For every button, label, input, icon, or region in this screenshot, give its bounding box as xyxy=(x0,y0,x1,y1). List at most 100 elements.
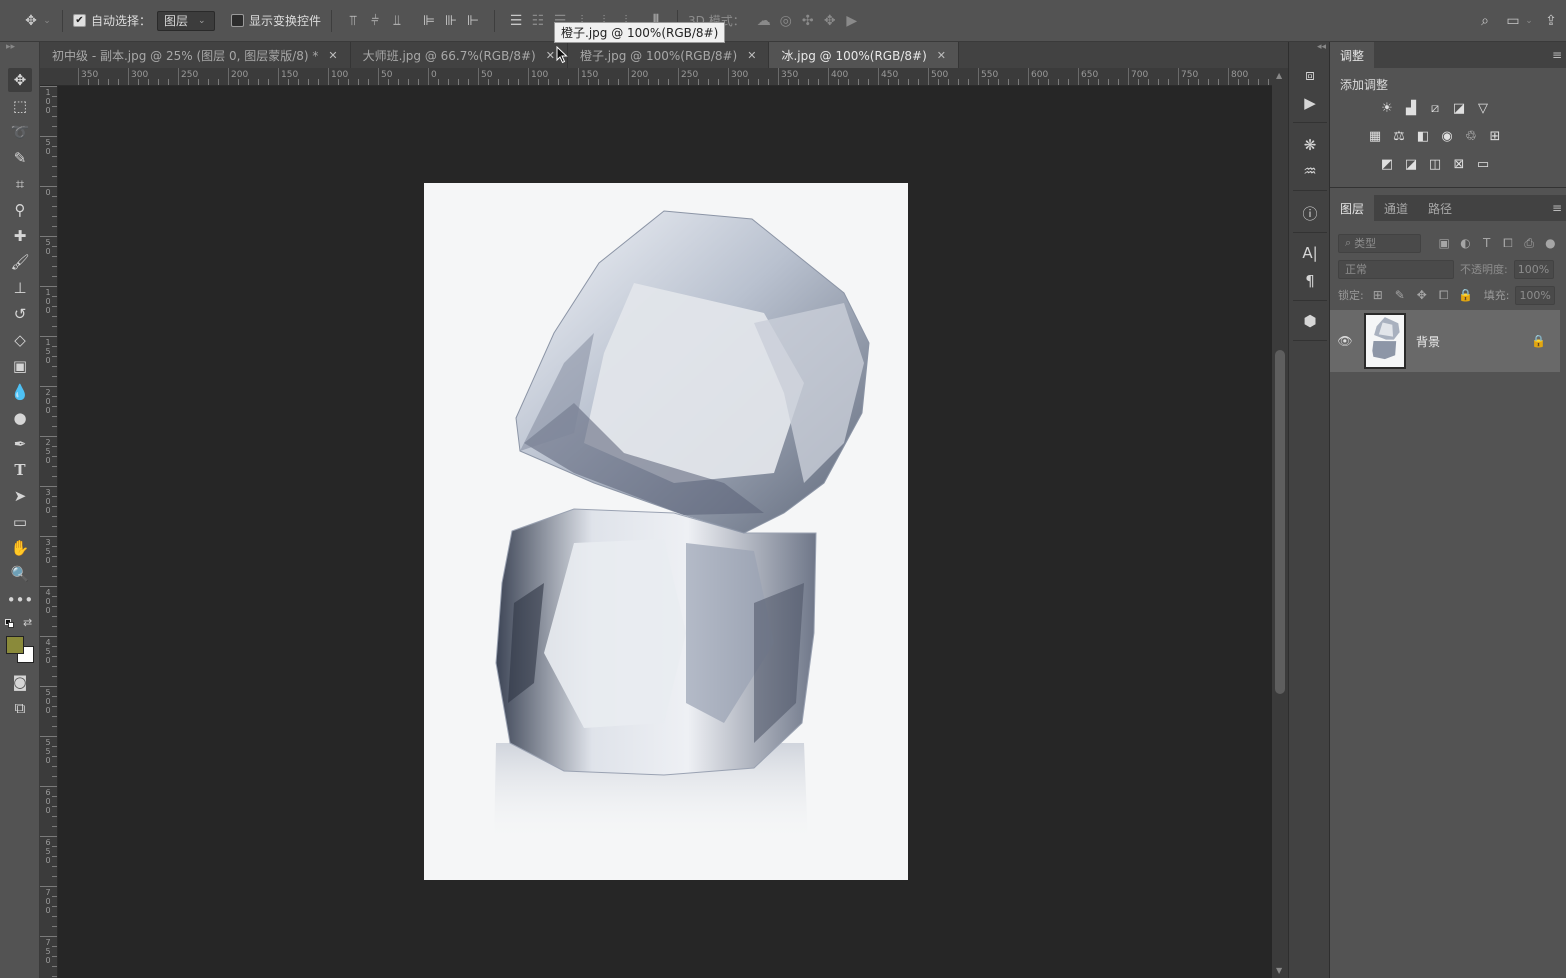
rectangle-tool-icon[interactable]: ▭ xyxy=(8,510,32,534)
distribute-vcenter-icon[interactable]: ☷ xyxy=(527,10,549,32)
close-icon[interactable]: ✕ xyxy=(747,49,756,62)
eraser-tool-icon[interactable]: ◇ xyxy=(8,328,32,352)
quick-select-tool-icon[interactable]: ✎ xyxy=(8,146,32,170)
eye-visibility-icon[interactable]: 👁 xyxy=(1330,334,1360,348)
workspace-icon[interactable]: ▭ xyxy=(1502,10,1524,32)
color-lookup-icon[interactable]: ⊞ xyxy=(1486,127,1504,145)
opacity-field[interactable]: 100% xyxy=(1513,259,1554,279)
tab-paths[interactable]: 路径 xyxy=(1418,195,1462,221)
3d-panel-icon[interactable]: ⬢ xyxy=(1299,310,1321,332)
search-icon[interactable]: ⌕ xyxy=(1474,10,1496,32)
vertical-scrollbar[interactable]: ▲ ▼ xyxy=(1272,68,1288,978)
lock-position-icon[interactable]: ✥ xyxy=(1414,288,1430,302)
screen-mode-icon[interactable]: ⧉ xyxy=(8,696,32,720)
crop-tool-icon[interactable]: ⌗ xyxy=(8,172,32,196)
actions-panel-icon[interactable]: ▶ xyxy=(1299,92,1321,114)
brightness-contrast-icon[interactable]: ☀ xyxy=(1378,99,1396,117)
tab-document-4[interactable]: 冰.jpg @ 100%(RGB/8#) ✕ xyxy=(769,42,959,68)
filter-toggle-icon[interactable]: ● xyxy=(1543,236,1558,250)
lock-all-icon[interactable]: 🔒 xyxy=(1458,288,1474,302)
vibrance-icon[interactable]: ▽ xyxy=(1474,99,1492,117)
eyedropper-tool-icon[interactable]: ⚲ xyxy=(8,198,32,222)
healing-brush-tool-icon[interactable]: ✚ xyxy=(8,224,32,248)
selective-color-icon[interactable]: ⊠ xyxy=(1450,155,1468,173)
black-white-icon[interactable]: ◧ xyxy=(1414,127,1432,145)
tab-channels[interactable]: 通道 xyxy=(1374,195,1418,221)
marquee-tool-icon[interactable]: ⬚ xyxy=(8,94,32,118)
blur-tool-icon[interactable]: 💧 xyxy=(8,380,32,404)
path-selection-tool-icon[interactable]: ➤ xyxy=(8,484,32,508)
document-image-ice-cubes[interactable] xyxy=(424,183,908,880)
auto-select-checkbox[interactable]: ✔ xyxy=(73,14,86,27)
close-icon[interactable]: ✕ xyxy=(328,49,337,62)
hue-saturation-icon[interactable]: ▦ xyxy=(1366,127,1384,145)
invert-icon[interactable]: ◩ xyxy=(1378,155,1396,173)
brush-tool-icon[interactable]: 🖌 xyxy=(8,250,32,274)
close-icon[interactable]: ✕ xyxy=(937,49,946,62)
quick-mask-icon[interactable]: ◙ xyxy=(8,670,32,694)
foreground-color-swatch[interactable] xyxy=(6,636,24,654)
clone-stamp-tool-icon[interactable]: ⊥ xyxy=(8,276,32,300)
curves-icon[interactable]: ⧄ xyxy=(1426,99,1444,117)
filter-smart-object-icon[interactable]: ⎙ xyxy=(1522,236,1537,251)
filter-shape-icon[interactable]: ⧠ xyxy=(1500,236,1515,251)
histogram-panel-icon[interactable]: ♒ xyxy=(1299,160,1321,182)
3d-camera-icon[interactable]: ▶ xyxy=(841,10,863,32)
dodge-tool-icon[interactable]: ● xyxy=(8,406,32,430)
fill-field[interactable]: 100% xyxy=(1515,285,1556,305)
tab-document-2[interactable]: 大师班.jpg @ 66.7%(RGB/8#) ✕ xyxy=(351,42,568,68)
default-colors-icon[interactable] xyxy=(5,619,15,629)
filter-adjustment-icon[interactable]: ◐ xyxy=(1458,236,1473,250)
channel-mixer-icon[interactable]: ♲ xyxy=(1462,127,1480,145)
3d-drag-icon[interactable]: ✣ xyxy=(797,10,819,32)
threshold-icon[interactable]: ◫ xyxy=(1426,155,1444,173)
layer-filter-dropdown[interactable]: ⌕ 类型 xyxy=(1338,233,1421,253)
levels-icon[interactable]: ▟ xyxy=(1402,99,1420,117)
align-top-icon[interactable]: ⫪ xyxy=(342,10,364,32)
auto-select-target-dropdown[interactable]: 图层 ⌄ xyxy=(157,10,216,31)
lock-pixels-icon[interactable]: ✎ xyxy=(1392,288,1408,302)
scroll-down-icon[interactable]: ▼ xyxy=(1276,966,1282,975)
tab-document-1[interactable]: 初中级 - 副本.jpg @ 25% (图层 0, 图层蒙版/8) * ✕ xyxy=(40,42,351,68)
info-panel-icon[interactable]: ⓘ xyxy=(1299,202,1321,224)
align-horizontal-center-icon[interactable]: ⊪ xyxy=(440,10,462,32)
canvas-area[interactable] xyxy=(58,86,1272,978)
tab-document-3[interactable]: 橙子.jpg @ 100%(RGB/8#) ✕ xyxy=(568,42,770,68)
blend-mode-dropdown[interactable]: 正常 xyxy=(1338,259,1454,279)
pen-tool-icon[interactable]: ✒ xyxy=(8,432,32,456)
swap-colors-icon[interactable]: ⇄ xyxy=(23,616,32,629)
distribute-top-icon[interactable]: ☰ xyxy=(505,10,527,32)
align-vertical-center-icon[interactable]: ⫩ xyxy=(364,10,386,32)
move-tool-icon[interactable]: ✥ xyxy=(8,68,32,92)
layer-row-background[interactable]: 👁 背景 🔒 xyxy=(1330,310,1560,372)
posterize-icon[interactable]: ◪ xyxy=(1402,155,1420,173)
lock-artboard-icon[interactable]: ⧠ xyxy=(1436,288,1452,303)
paragraph-panel-icon[interactable]: ¶ xyxy=(1299,270,1321,292)
more-tools-icon[interactable]: ••• xyxy=(7,588,34,612)
align-right-icon[interactable]: ⊩ xyxy=(462,10,484,32)
filter-pixel-icon[interactable]: ▣ xyxy=(1437,236,1452,250)
3d-slide-icon[interactable]: ✥ xyxy=(819,10,841,32)
move-tool-icon[interactable]: ✥ xyxy=(20,10,42,32)
share-icon[interactable]: ⇪ xyxy=(1540,10,1562,32)
filter-type-icon[interactable]: T xyxy=(1479,236,1494,250)
scrollbar-thumb[interactable] xyxy=(1275,350,1285,694)
zoom-tool-icon[interactable]: 🔍 xyxy=(8,562,32,586)
character-panel-icon[interactable]: A| xyxy=(1299,242,1321,264)
tool-preset-chevron-down-icon[interactable]: ⌄ xyxy=(42,10,52,32)
scroll-up-icon[interactable]: ▲ xyxy=(1276,71,1282,80)
type-tool-icon[interactable]: T xyxy=(8,458,32,482)
lasso-tool-icon[interactable]: ➰ xyxy=(8,120,32,144)
align-left-icon[interactable]: ⊫ xyxy=(418,10,440,32)
tab-adjustments[interactable]: 调整 xyxy=(1330,42,1375,68)
collapse-chevron-icon[interactable]: ◂◂ xyxy=(1317,42,1326,52)
exposure-icon[interactable]: ◪ xyxy=(1450,99,1468,117)
panel-menu-icon[interactable]: ≡ xyxy=(1552,201,1562,215)
gradient-tool-icon[interactable]: ▣ xyxy=(8,354,32,378)
tab-layers[interactable]: 图层 xyxy=(1330,195,1375,221)
workspace-chevron-down-icon[interactable]: ⌄ xyxy=(1524,10,1534,32)
color-balance-icon[interactable]: ⚖ xyxy=(1390,127,1408,145)
collapse-chevron-icon[interactable]: ▸▸ xyxy=(6,42,15,52)
photo-filter-icon[interactable]: ◉ xyxy=(1438,127,1456,145)
lock-transparent-icon[interactable]: ⊞ xyxy=(1370,288,1386,302)
